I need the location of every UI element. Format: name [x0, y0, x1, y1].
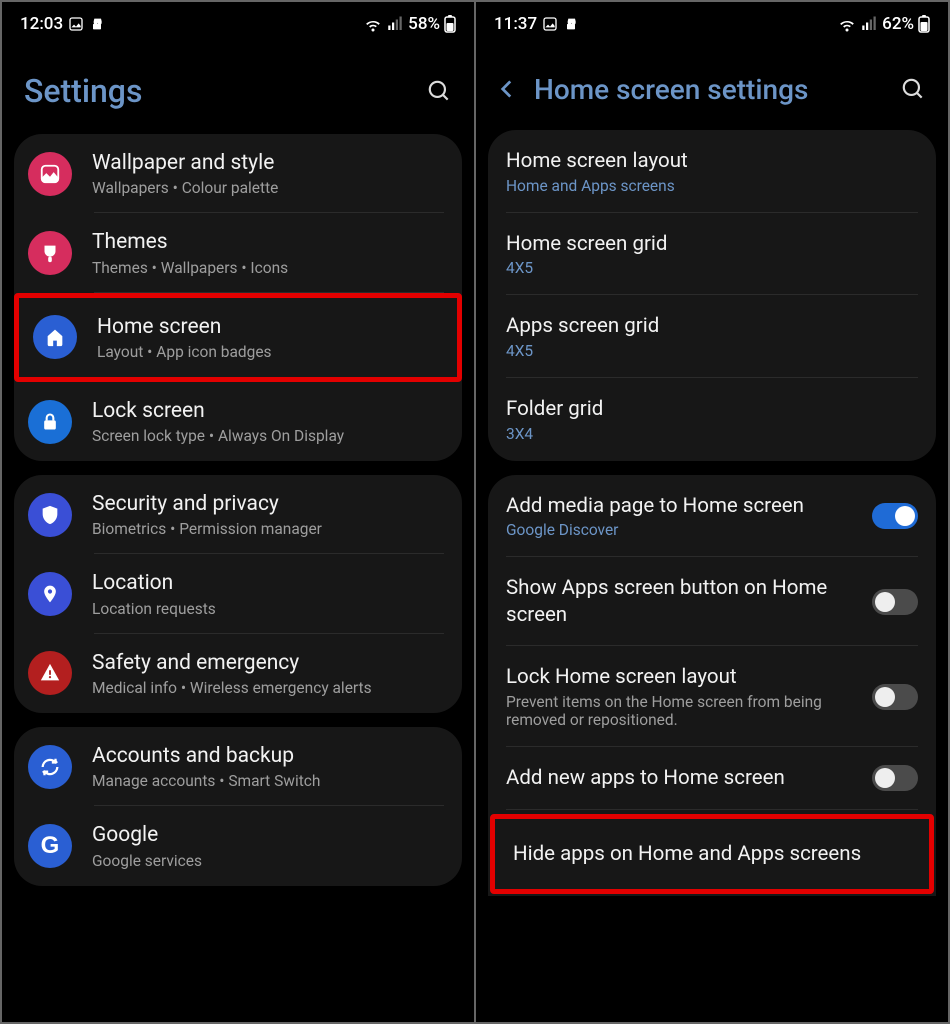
item-show-apps-button[interactable]: Show Apps screen button on Home screen: [488, 557, 936, 646]
settings-item-location[interactable]: Location Location requests: [14, 554, 462, 633]
page-title: Settings: [20, 72, 408, 110]
google-icon: G: [28, 824, 72, 868]
row-subtitle: Medical info • Wireless emergency alerts: [92, 679, 444, 697]
item-add-media-page[interactable]: Add media page to Home screen Google Dis…: [488, 475, 936, 558]
settings-item-google[interactable]: G Google Google services: [14, 806, 462, 885]
row-subtitle: Themes • Wallpapers • Icons: [92, 259, 444, 277]
settings-item-wallpaper[interactable]: Wallpaper and style Wallpapers • Colour …: [14, 134, 462, 213]
search-button[interactable]: [422, 74, 456, 108]
row-subtitle: Biometrics • Permission manager: [92, 520, 444, 538]
row-title: Wallpaper and style: [92, 150, 444, 177]
status-bar: 11:37 62%: [476, 2, 948, 42]
row-subtitle: Screen lock type • Always On Display: [92, 427, 444, 445]
row-title: Safety and emergency: [92, 650, 444, 677]
status-battery-pct: 62%: [882, 14, 914, 34]
row-title: Location: [92, 570, 444, 597]
page-title: Home screen settings: [534, 73, 882, 106]
wifi-icon: [838, 15, 856, 33]
settings-item-security-privacy[interactable]: Security and privacy Biometrics • Permis…: [14, 475, 462, 554]
row-subtitle: 4X5: [506, 342, 918, 360]
row-subtitle: Google services: [92, 852, 444, 870]
signal-icon: [860, 15, 878, 33]
status-time: 12:03: [20, 14, 63, 34]
item-add-new-apps[interactable]: Add new apps to Home screen: [488, 747, 936, 810]
toggle-add-new-apps[interactable]: [872, 765, 918, 791]
row-subtitle: Manage accounts • Smart Switch: [92, 772, 444, 790]
status-time: 11:37: [494, 14, 537, 34]
settings-item-lock-screen[interactable]: Lock screen Screen lock type • Always On…: [14, 382, 462, 461]
phone-right: 11:37 62%: [476, 2, 948, 1022]
item-apps-screen-grid[interactable]: Apps screen grid 4X5: [488, 295, 936, 378]
row-title: Accounts and backup: [92, 743, 444, 770]
row-title: Security and privacy: [92, 491, 444, 518]
settings-group-display: Wallpaper and style Wallpapers • Colour …: [14, 134, 462, 461]
wifi-icon: [364, 15, 382, 33]
settings-group-accounts: Accounts and backup Manage accounts • Sm…: [14, 727, 462, 886]
row-title: Hide apps on Home and Apps screens: [513, 841, 911, 868]
phone-left: 12:03 58%: [2, 2, 474, 1022]
home-icon: [33, 315, 77, 359]
row-title: Add new apps to Home screen: [506, 765, 862, 792]
back-button[interactable]: [494, 76, 520, 102]
settings-group-security: Security and privacy Biometrics • Permis…: [14, 475, 462, 713]
row-subtitle: Home and Apps screens: [506, 177, 918, 195]
settings-item-accounts-backup[interactable]: Accounts and backup Manage accounts • Sm…: [14, 727, 462, 806]
row-title: Home screen layout: [506, 148, 918, 175]
item-home-screen-layout[interactable]: Home screen layout Home and Apps screens: [488, 130, 936, 213]
row-subtitle: 3X4: [506, 425, 918, 443]
pin-icon: [28, 572, 72, 616]
alert-icon: [28, 651, 72, 695]
row-subtitle: Location requests: [92, 600, 444, 618]
item-home-screen-grid[interactable]: Home screen grid 4X5: [488, 213, 936, 296]
settings-item-safety-emergency[interactable]: Safety and emergency Medical info • Wire…: [14, 634, 462, 713]
toggle-show-apps-button[interactable]: [872, 589, 918, 615]
page-header: Home screen settings: [476, 42, 948, 130]
row-subtitle: 4X5: [506, 259, 918, 277]
row-title: Home screen grid: [506, 231, 918, 258]
wallpaper-icon: [28, 152, 72, 196]
row-title: Show Apps screen button on Home screen: [506, 575, 862, 628]
themes-icon: [28, 231, 72, 275]
row-subtitle: Layout • App icon badges: [97, 343, 439, 361]
sync-icon: [28, 745, 72, 789]
status-bar: 12:03 58%: [2, 2, 474, 42]
item-folder-grid[interactable]: Folder grid 3X4: [488, 378, 936, 461]
row-title: Folder grid: [506, 396, 918, 423]
shield-icon: [28, 493, 72, 537]
row-subtitle: Google Discover: [506, 521, 862, 539]
row-title: Lock screen: [92, 398, 444, 425]
search-button[interactable]: [896, 72, 930, 106]
battery-icon: [444, 15, 456, 33]
row-subtitle: Wallpapers • Colour palette: [92, 179, 444, 197]
status-battery-pct: 58%: [408, 14, 440, 34]
shop-icon: [563, 16, 579, 32]
settings-item-home-screen[interactable]: Home screen Layout • App icon badges: [19, 298, 457, 377]
battery-icon: [918, 15, 930, 33]
home-settings-group-grid: Home screen layout Home and Apps screens…: [488, 130, 936, 461]
shop-icon: [89, 16, 105, 32]
row-title: Home screen: [97, 314, 439, 341]
row-title: Add media page to Home screen: [506, 493, 862, 520]
item-lock-home-layout[interactable]: Lock Home screen layout Prevent items on…: [488, 646, 936, 747]
toggle-lock-home-layout[interactable]: [872, 684, 918, 710]
settings-item-themes[interactable]: Themes Themes • Wallpapers • Icons: [14, 213, 462, 292]
row-title: Apps screen grid: [506, 313, 918, 340]
row-title: Lock Home screen layout: [506, 664, 862, 691]
image-icon: [542, 16, 558, 32]
signal-icon: [386, 15, 404, 33]
toggle-add-media-page[interactable]: [872, 503, 918, 529]
row-subtitle: Prevent items on the Home screen from be…: [506, 693, 862, 729]
page-header: Settings: [2, 42, 474, 134]
image-icon: [68, 16, 84, 32]
item-hide-apps[interactable]: Hide apps on Home and Apps screens: [495, 819, 929, 890]
lock-icon: [28, 400, 72, 444]
row-title: Google: [92, 822, 444, 849]
home-settings-group-options: Add media page to Home screen Google Dis…: [488, 475, 936, 897]
row-title: Themes: [92, 229, 444, 256]
